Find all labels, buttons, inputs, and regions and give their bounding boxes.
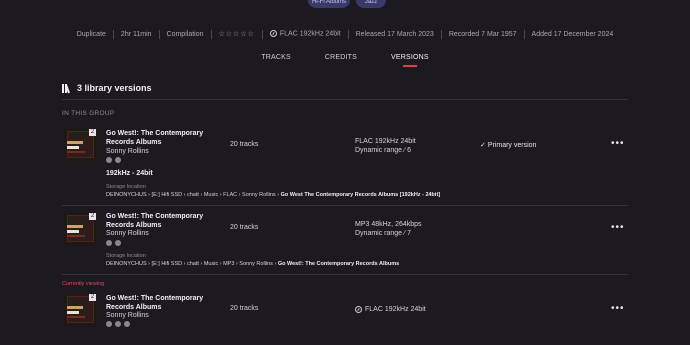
version-artist[interactable]: Sonny Rollins	[106, 230, 149, 237]
album-cover[interactable]: 2	[63, 127, 98, 162]
library-icon	[62, 83, 72, 93]
album-tabs: TRACKS CREDITS VERSIONS	[0, 54, 690, 61]
version-title[interactable]: Go West!: The Contemporary Records Album…	[106, 294, 222, 312]
version-format: MP3 48kHz, 264kbps Dynamic range ∕ 7	[355, 221, 422, 237]
rating-stars[interactable]: ☆☆☆☆☆	[219, 30, 255, 38]
meta-duplicate: Duplicate	[76, 30, 106, 38]
genre-chip-hifi[interactable]: Hi-Fi Albums	[308, 0, 350, 8]
album-cover[interactable]: 2	[63, 211, 98, 246]
version-tracks: 20 tracks	[230, 141, 259, 148]
heart-icon	[106, 321, 112, 327]
version-artist[interactable]: Sonny Rollins	[106, 312, 149, 319]
library-source-icon	[115, 240, 121, 246]
group-label: IN THIS GROUP	[62, 110, 115, 117]
version-count-badge: 2	[89, 294, 96, 301]
version-quality: 192kHz - 24bit	[106, 170, 153, 177]
more-options-button[interactable]: •••	[611, 138, 625, 149]
row-divider	[62, 205, 628, 206]
section-divider	[62, 99, 628, 100]
primary-version-label: ✓ Primary version	[480, 142, 537, 149]
tab-tracks[interactable]: TRACKS	[261, 54, 291, 61]
storage-label: Storage location	[106, 184, 146, 190]
storage-path[interactable]: DEINONYCHUS › [E:] Hifi SSD › chatt › Mu…	[106, 192, 440, 198]
section-title-text: 3 library versions	[77, 83, 152, 93]
tab-versions[interactable]: VERSIONS	[391, 54, 429, 61]
row-divider	[62, 274, 628, 275]
version-title[interactable]: Go West!: The Contemporary Records Album…	[106, 212, 222, 230]
library-source-icon	[115, 321, 121, 327]
cloud-icon	[124, 321, 130, 327]
version-title[interactable]: Go West!: The Contemporary Records Album…	[106, 129, 222, 147]
genre-chip-jazz[interactable]: Jazz	[356, 0, 386, 8]
source-icons	[106, 157, 121, 163]
quality-icon	[269, 30, 277, 38]
library-source-icon	[115, 157, 121, 163]
storage-path[interactable]: DEINONYCHUS › [E:] Hifi SSD › chatt › Mu…	[106, 261, 399, 267]
source-icons	[106, 240, 121, 246]
more-options-button[interactable]: •••	[611, 303, 625, 314]
album-cover[interactable]: 2	[63, 292, 98, 327]
storage-label: Storage location	[106, 253, 146, 259]
version-tracks: 20 tracks	[230, 305, 259, 312]
meta-added: Added 17 December 2024	[531, 30, 614, 38]
format-info: FLAC 192kHz 24bit	[269, 30, 341, 38]
album-meta-row: Duplicate 2hr 11min Compilation ☆☆☆☆☆ FL…	[0, 28, 690, 40]
currently-viewing-label: Currently viewing	[62, 281, 105, 287]
tab-credits[interactable]: CREDITS	[325, 54, 357, 61]
version-count-badge: 2	[89, 213, 96, 220]
version-format: FLAC 192kHz 24bit	[355, 305, 426, 314]
versions-section-title: 3 library versions	[62, 83, 152, 93]
version-artist[interactable]: Sonny Rollins	[106, 148, 149, 155]
heart-icon	[106, 240, 112, 246]
meta-recorded: Recorded 7 Mar 1957	[448, 30, 517, 38]
version-format: FLAC 192kHz 24bit Dynamic range ∕ 6	[355, 138, 416, 154]
meta-released: Released 17 March 2023	[355, 30, 434, 38]
meta-compilation: Compilation	[166, 30, 204, 38]
version-tracks: 20 tracks	[230, 224, 259, 231]
quality-icon	[355, 305, 362, 313]
heart-icon	[106, 157, 112, 163]
meta-duration: 2hr 11min	[120, 30, 152, 38]
version-count-badge: 2	[89, 129, 96, 136]
source-icons	[106, 321, 130, 327]
more-options-button[interactable]: •••	[611, 222, 625, 233]
